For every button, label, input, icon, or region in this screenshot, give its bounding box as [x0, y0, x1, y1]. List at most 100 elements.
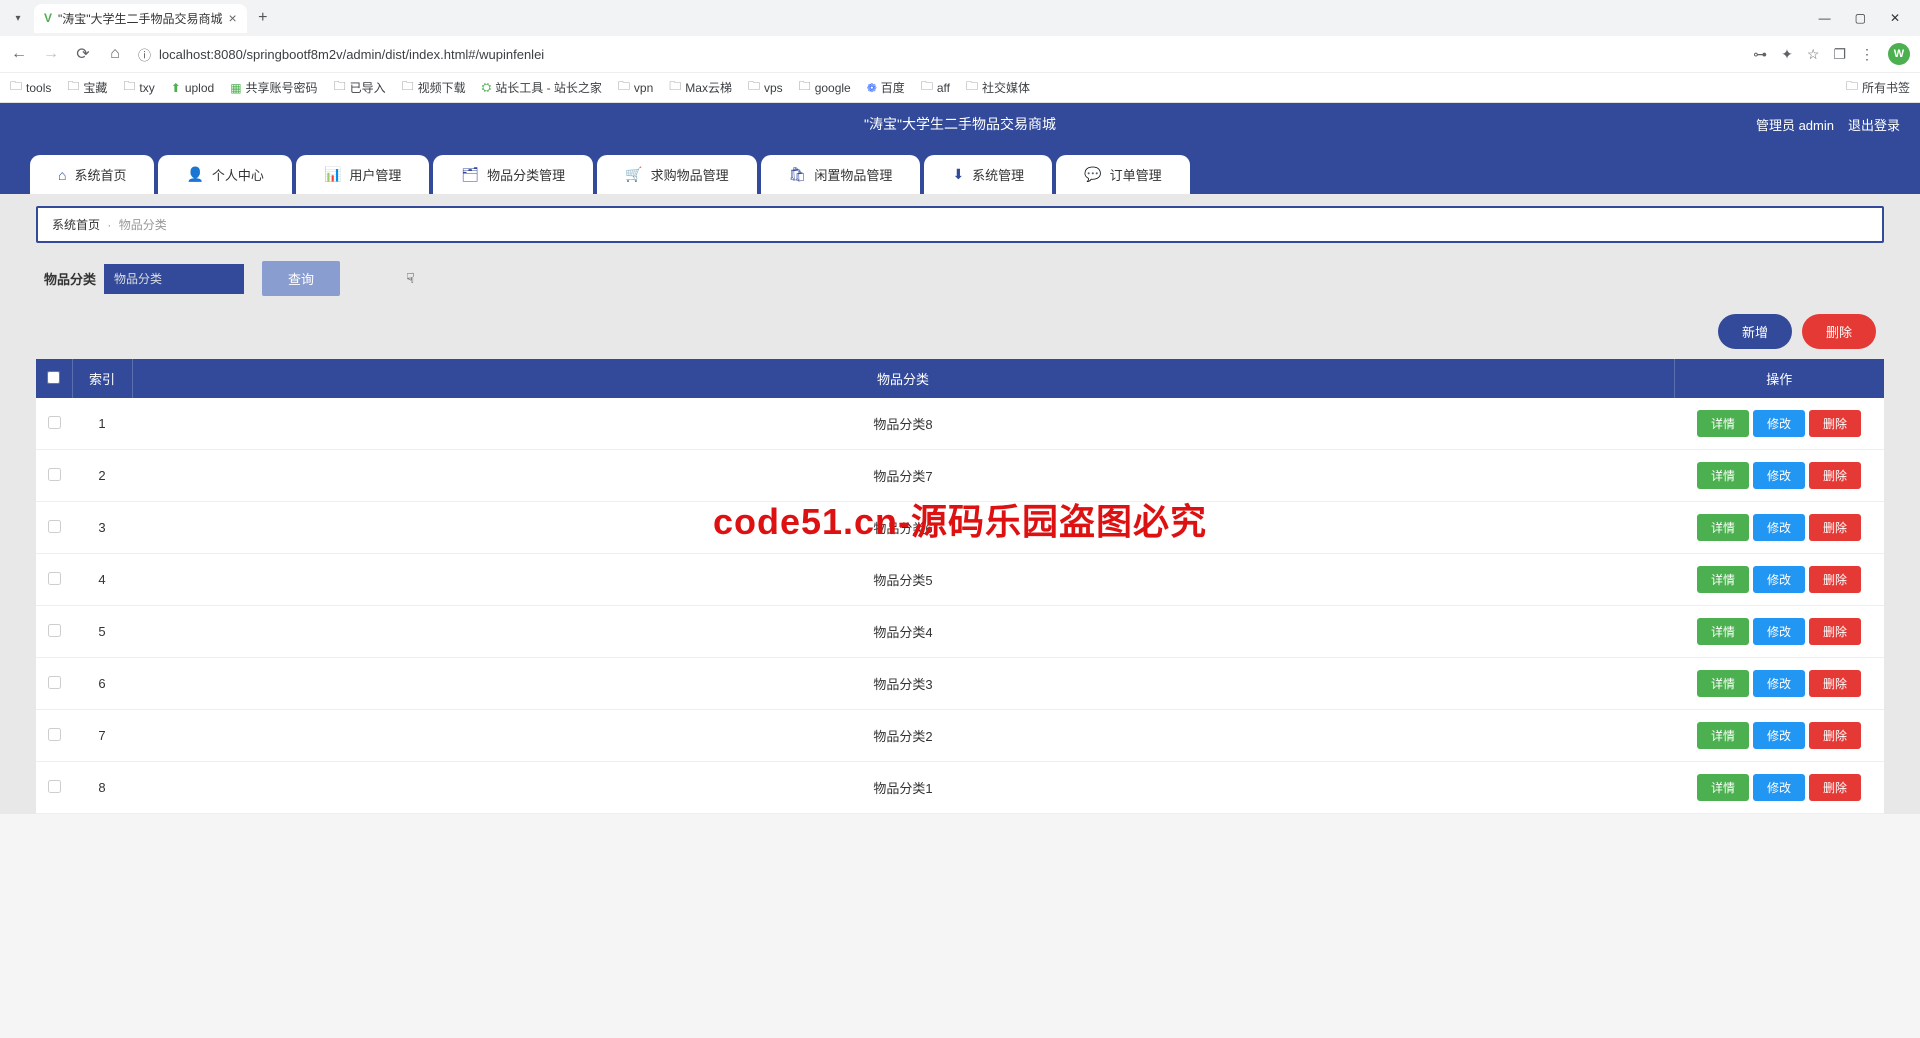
row-delete-button[interactable]: 删除: [1809, 722, 1861, 749]
bookmark-item[interactable]: 🗀视频下载: [402, 77, 466, 98]
tab-dropdown-icon[interactable]: ▾: [8, 13, 28, 24]
url-field[interactable]: ⓘ localhost:8080/springbootf8m2v/admin/d…: [138, 45, 1739, 64]
edit-button[interactable]: 修改: [1753, 774, 1805, 801]
row-category: 物品分类4: [132, 606, 1674, 658]
download-icon: ⬇: [952, 166, 964, 183]
nav-tab-category[interactable]: 🗂物品分类管理: [433, 155, 593, 194]
row-delete-button[interactable]: 删除: [1809, 670, 1861, 697]
admin-label[interactable]: 管理员 admin: [1756, 115, 1834, 134]
logout-link[interactable]: 退出登录: [1848, 115, 1900, 134]
row-checkbox[interactable]: [48, 468, 61, 481]
row-checkbox[interactable]: [48, 780, 61, 793]
row-index: 4: [72, 554, 132, 606]
vpn-key-icon[interactable]: ⊶: [1753, 46, 1767, 63]
baidu-icon: ❁: [867, 81, 877, 95]
detail-button[interactable]: 详情: [1697, 410, 1749, 437]
bookmark-item[interactable]: 🗀宝藏: [67, 77, 107, 98]
nav-tab-home[interactable]: ⌂系统首页: [30, 155, 154, 194]
row-checkbox[interactable]: [48, 728, 61, 741]
edit-button[interactable]: 修改: [1753, 410, 1805, 437]
breadcrumb-home[interactable]: 系统首页: [52, 218, 100, 232]
delete-button[interactable]: 删除: [1802, 314, 1876, 349]
new-tab-button[interactable]: +: [253, 8, 273, 28]
bookmark-item[interactable]: 🗀Max云梯: [669, 77, 732, 98]
extensions-icon[interactable]: ❐: [1833, 46, 1846, 63]
row-delete-button[interactable]: 删除: [1809, 462, 1861, 489]
detail-button[interactable]: 详情: [1697, 774, 1749, 801]
header-checkbox-col: [36, 359, 72, 398]
edit-button[interactable]: 修改: [1753, 722, 1805, 749]
row-checkbox-cell: [36, 450, 72, 502]
bookmark-item[interactable]: ❁百度: [867, 79, 905, 96]
bookmark-item[interactable]: ⛭站长工具 - 站长之家: [482, 79, 602, 96]
back-icon[interactable]: ←: [10, 45, 28, 63]
bookmark-item[interactable]: 🗀aff: [921, 77, 950, 98]
bookmark-item[interactable]: 🗀tools: [10, 77, 51, 98]
tab-close-icon[interactable]: ×: [229, 10, 237, 26]
detail-button[interactable]: 详情: [1697, 670, 1749, 697]
row-category: 物品分类2: [132, 710, 1674, 762]
folder-icon: 🗀: [966, 77, 978, 98]
row-ops: 详情修改删除: [1674, 554, 1884, 606]
profile-avatar[interactable]: W: [1888, 43, 1910, 65]
bookmark-item[interactable]: 🗀vpn: [618, 77, 653, 98]
bookmark-star-icon[interactable]: ☆: [1807, 46, 1820, 63]
bookmark-item[interactable]: ▦共享账号密码: [230, 79, 317, 96]
row-delete-button[interactable]: 删除: [1809, 566, 1861, 593]
site-info-icon[interactable]: ⓘ: [138, 45, 151, 64]
row-index: 3: [72, 502, 132, 554]
nav-tab-idle[interactable]: 🛍闲置物品管理: [761, 155, 921, 194]
home-icon[interactable]: ⌂: [106, 45, 124, 63]
breadcrumb-current: 物品分类: [119, 218, 167, 232]
row-delete-button[interactable]: 删除: [1809, 618, 1861, 645]
browser-tab-bar: ▾ V "涛宝"大学生二手物品交易商城 × + — ▢ ✕: [0, 0, 1920, 36]
maximize-icon[interactable]: ▢: [1855, 11, 1866, 25]
query-button[interactable]: 查询: [262, 261, 340, 296]
home-icon: ⌂: [58, 167, 66, 183]
row-delete-button[interactable]: 删除: [1809, 514, 1861, 541]
row-delete-button[interactable]: 删除: [1809, 774, 1861, 801]
add-button[interactable]: 新增: [1718, 314, 1792, 349]
bookmark-item[interactable]: 🗀vps: [748, 77, 783, 98]
close-window-icon[interactable]: ✕: [1890, 11, 1900, 25]
row-checkbox[interactable]: [48, 624, 61, 637]
detail-button[interactable]: 详情: [1697, 618, 1749, 645]
select-all-checkbox[interactable]: [47, 371, 60, 384]
nav-tab-orders[interactable]: 💬订单管理: [1056, 155, 1189, 194]
row-checkbox[interactable]: [48, 572, 61, 585]
detail-button[interactable]: 详情: [1697, 462, 1749, 489]
row-checkbox[interactable]: [48, 520, 61, 533]
menu-icon[interactable]: ⋮: [1860, 46, 1874, 63]
browser-tab[interactable]: V "涛宝"大学生二手物品交易商城 ×: [34, 4, 247, 33]
nav-tab-users[interactable]: 📊用户管理: [296, 155, 429, 194]
edit-button[interactable]: 修改: [1753, 670, 1805, 697]
edit-button[interactable]: 修改: [1753, 618, 1805, 645]
bookmark-item[interactable]: 🗀google: [799, 77, 851, 98]
reload-icon[interactable]: ⟳: [74, 44, 92, 64]
row-checkbox[interactable]: [48, 676, 61, 689]
detail-button[interactable]: 详情: [1697, 722, 1749, 749]
row-delete-button[interactable]: 删除: [1809, 410, 1861, 437]
minimize-icon[interactable]: —: [1819, 11, 1831, 25]
search-input[interactable]: [104, 264, 244, 294]
bookmark-item[interactable]: ⬆uplod: [171, 81, 214, 95]
bookmark-item[interactable]: 🗀已导入: [334, 77, 386, 98]
nav-tab-wanted[interactable]: 🛒求购物品管理: [597, 155, 756, 194]
lens-icon[interactable]: ✦: [1781, 46, 1793, 63]
row-checkbox[interactable]: [48, 416, 61, 429]
table-row: 3物品分类6详情修改删除: [36, 502, 1884, 554]
bookmark-item[interactable]: 🗀社交媒体: [966, 77, 1030, 98]
detail-button[interactable]: 详情: [1697, 514, 1749, 541]
edit-button[interactable]: 修改: [1753, 566, 1805, 593]
edit-button[interactable]: 修改: [1753, 514, 1805, 541]
edit-button[interactable]: 修改: [1753, 462, 1805, 489]
nav-tab-profile[interactable]: 👤个人中心: [158, 155, 291, 194]
bookmark-item[interactable]: 🗀txy: [123, 77, 154, 98]
table-row: 2物品分类7详情修改删除: [36, 450, 1884, 502]
detail-button[interactable]: 详情: [1697, 566, 1749, 593]
all-bookmarks[interactable]: 🗀所有书签: [1846, 77, 1910, 98]
nav-tab-system[interactable]: ⬇系统管理: [924, 155, 1052, 194]
browser-chrome: ▾ V "涛宝"大学生二手物品交易商城 × + — ▢ ✕ ← → ⟳ ⌂ ⓘ …: [0, 0, 1920, 103]
forward-icon[interactable]: →: [42, 45, 60, 63]
bag-icon: 🛍: [789, 166, 807, 183]
